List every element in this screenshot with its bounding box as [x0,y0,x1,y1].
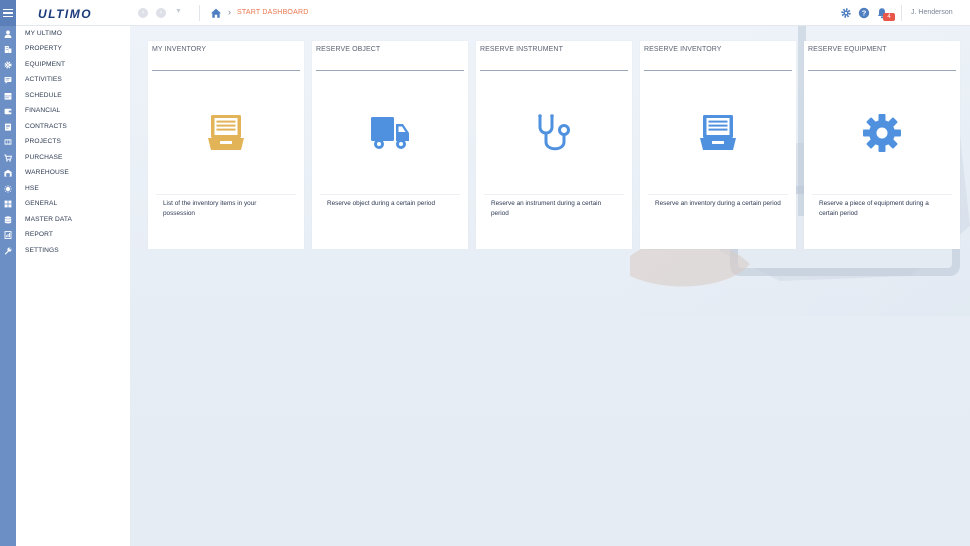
divider [644,70,792,71]
user-name[interactable]: J. Henderson [911,9,953,16]
divider [152,70,300,71]
sidebar-item-financial[interactable]: FINANCIAL [25,107,60,114]
settings-gear-icon[interactable] [840,7,852,19]
card-description: Reserve object during a certain period [327,200,435,207]
stethoscope-icon [538,114,570,151]
breadcrumb-current[interactable]: START DASHBOARD [237,9,308,16]
sidebar-item-purchase[interactable]: PURCHASE [25,154,62,161]
gear-icon[interactable] [4,61,12,69]
user-icon[interactable] [4,30,12,38]
divider [480,70,628,71]
card-description: Reserve a piece of equipment during a ce… [819,200,929,217]
sidebar-item-report[interactable]: REPORT [25,231,53,238]
sidebar-menu: MY ULTIMO PROPERTY EQUIPMENT ACTIVITIES … [16,26,130,546]
sidebar-item-property[interactable]: PROPERTY [25,45,62,52]
sidebar-item-schedule[interactable]: SCHEDULE [25,92,62,99]
card-reserve-instrument[interactable]: RESERVE INSTRUMENT Reserve an instrument… [476,41,632,249]
sidebar-item-my-ultimo[interactable]: MY ULTIMO [25,30,62,37]
back-icon[interactable]: ‹ [138,8,148,18]
activities-icon[interactable] [4,76,12,84]
database-icon[interactable] [4,216,12,224]
sidebar-item-hse[interactable]: HSE [25,185,39,192]
top-bar: ULTIMO ‹ › ▼ › START DASHBOARD ? 4 J. He… [0,0,970,26]
divider [199,5,200,21]
home-icon[interactable] [210,7,222,19]
inventory-drawer-icon [700,115,736,150]
dashboard-area: MY INVENTORY List of the inventory items… [130,26,970,546]
grid-icon[interactable] [4,200,12,208]
warehouse-icon[interactable] [4,169,12,177]
divider [316,70,464,71]
card-title: RESERVE EQUIPMENT [808,46,887,53]
projects-icon[interactable] [4,138,12,146]
card-description: List of the inventory items in your poss… [163,200,257,217]
wrench-icon[interactable] [4,247,12,255]
gear-icon [863,114,901,152]
breadcrumb-separator-icon: › [228,7,231,17]
inventory-drawer-icon [208,115,244,150]
contract-icon[interactable] [4,123,12,131]
svg-text:?: ? [862,9,867,18]
divider [156,194,296,195]
sidebar-item-general[interactable]: GENERAL [25,200,57,207]
divider [808,70,956,71]
card-reserve-equipment[interactable]: RESERVE EQUIPMENT Reserve a piece of equ… [804,41,960,249]
card-title: MY INVENTORY [152,46,207,53]
cart-icon[interactable] [4,154,12,162]
sidebar-item-equipment[interactable]: EQUIPMENT [25,61,65,68]
history-dropdown-icon[interactable]: ▼ [175,8,182,15]
divider [901,5,902,21]
card-my-inventory[interactable]: MY INVENTORY List of the inventory items… [148,41,304,249]
notification-badge[interactable]: 4 [883,13,895,21]
sidebar-item-contracts[interactable]: CONTRACTS [25,123,67,130]
divider [812,194,952,195]
calendar-icon[interactable] [4,92,12,100]
card-description: Reserve an inventory during a certain pe… [655,200,781,207]
divider [484,194,624,195]
icon-rail [0,26,16,546]
report-icon[interactable] [4,231,12,239]
help-icon[interactable]: ? [858,7,870,19]
card-title: RESERVE OBJECT [316,46,381,53]
card-title: RESERVE INVENTORY [644,46,722,53]
wallet-icon[interactable] [4,107,12,115]
divider [648,194,788,195]
hse-icon[interactable] [4,185,12,193]
sidebar-item-master-data[interactable]: MASTER DATA [25,216,72,223]
card-reserve-object[interactable]: RESERVE OBJECT Reserve object during a c… [312,41,468,249]
card-reserve-inventory[interactable]: RESERVE INVENTORY Reserve an inventory d… [640,41,796,249]
divider [320,194,460,195]
sidebar-item-settings[interactable]: SETTINGS [25,247,59,254]
card-title: RESERVE INSTRUMENT [480,46,563,53]
forward-icon[interactable]: › [156,8,166,18]
hamburger-menu-icon[interactable] [0,0,16,26]
sidebar-item-projects[interactable]: PROJECTS [25,138,61,145]
sidebar-item-warehouse[interactable]: WAREHOUSE [25,169,69,176]
ultimo-logo[interactable]: ULTIMO [38,7,92,21]
card-description: Reserve an instrument during a certain p… [491,200,602,217]
building-icon[interactable] [4,45,12,53]
truck-icon [371,117,409,149]
sidebar-item-activities[interactable]: ACTIVITIES [25,76,62,83]
